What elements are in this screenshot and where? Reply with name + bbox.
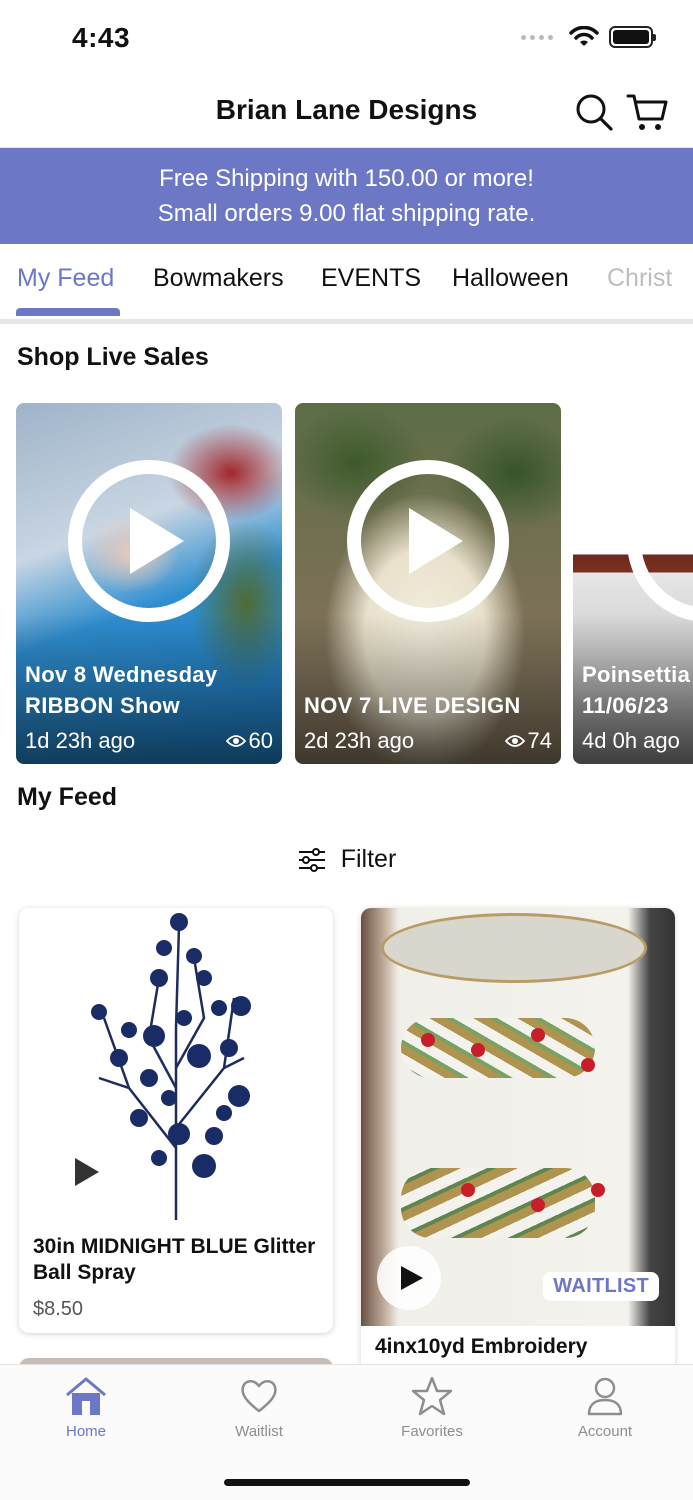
person-icon bbox=[587, 1377, 623, 1416]
promo-line-1: Free Shipping with 150.00 or more! bbox=[159, 165, 534, 192]
app-header: Brian Lane Designs bbox=[0, 80, 693, 148]
view-count: 60 bbox=[225, 728, 273, 754]
nav-account[interactable]: Account bbox=[545, 1375, 665, 1440]
tab-halloween[interactable]: Halloween bbox=[452, 264, 569, 293]
live-time: 4d 0h ago bbox=[582, 728, 680, 753]
view-count-value: 74 bbox=[527, 728, 552, 753]
video-play-icon[interactable] bbox=[377, 1246, 441, 1310]
live-sale-card[interactable]: NOV 7 LIVE DESIGN 2d 23h ago 74 bbox=[295, 403, 561, 764]
view-count: 74 bbox=[504, 728, 552, 754]
nav-account-label: Account bbox=[577, 1423, 633, 1440]
live-sale-card[interactable]: Poinsettia 11/06/23 4d 0h ago bbox=[573, 403, 693, 764]
product-card[interactable]: 30in MIDNIGHT BLUE Glitter Ball Spray $8… bbox=[19, 908, 333, 1333]
cart-icon[interactable] bbox=[625, 90, 669, 134]
waitlist-badge: WAITLIST bbox=[543, 1272, 659, 1301]
tab-events[interactable]: EVENTS bbox=[321, 264, 421, 293]
promo-line-2: Small orders 9.00 flat shipping rate. bbox=[157, 200, 536, 227]
live-title-line-1: Poinsettia bbox=[582, 662, 691, 687]
home-indicator bbox=[224, 1479, 470, 1486]
my-feed-heading: My Feed bbox=[17, 783, 118, 811]
product-price: $8.50 bbox=[33, 1298, 84, 1320]
status-time: 4:43 bbox=[72, 22, 131, 53]
battery-icon bbox=[609, 26, 656, 48]
star-icon bbox=[411, 1376, 453, 1416]
status-icons bbox=[521, 26, 656, 48]
product-name: 4inx10yd Embroidery bbox=[375, 1335, 588, 1358]
filter-button[interactable]: Filter bbox=[0, 845, 693, 874]
sliders-icon bbox=[298, 847, 325, 872]
active-tab-indicator bbox=[16, 308, 120, 316]
product-image bbox=[19, 908, 333, 1226]
glitter-ball-spray-image bbox=[91, 913, 251, 1220]
product-card[interactable]: WAITLIST 4inx10yd Embroidery bbox=[361, 908, 675, 1378]
tab-christmas[interactable]: Christ bbox=[607, 264, 672, 293]
live-title-line-1: Nov 8 Wednesday bbox=[25, 662, 218, 687]
home-icon bbox=[66, 1377, 106, 1415]
eye-icon bbox=[504, 735, 525, 747]
live-title-line-2: RIBBON Show bbox=[25, 693, 180, 718]
status-bar: 4:43 bbox=[0, 0, 693, 80]
product-name: 30in MIDNIGHT BLUE Glitter Ball Spray bbox=[33, 1235, 316, 1284]
nav-waitlist-label: Waitlist bbox=[235, 1423, 283, 1440]
shipping-promo-banner: Free Shipping with 150.00 or more! Small… bbox=[0, 148, 693, 244]
live-title-line-2: 11/06/23 bbox=[582, 693, 669, 718]
live-time: 2d 23h ago bbox=[304, 728, 415, 753]
category-tabs: My Feed Bowmakers EVENTS Halloween Chris… bbox=[0, 244, 693, 324]
live-title-line-1: NOV 7 LIVE DESIGN bbox=[304, 693, 521, 718]
heart-icon bbox=[241, 1380, 277, 1413]
play-icon bbox=[68, 460, 230, 622]
view-count-value: 60 bbox=[248, 728, 273, 753]
wifi-icon bbox=[569, 26, 599, 46]
product-image: WAITLIST bbox=[361, 908, 675, 1326]
eye-icon bbox=[225, 735, 246, 747]
search-icon[interactable] bbox=[574, 92, 614, 132]
nav-favorites-label: Favorites bbox=[401, 1423, 463, 1440]
tab-bowmakers[interactable]: Bowmakers bbox=[153, 264, 284, 293]
live-time: 1d 23h ago bbox=[25, 728, 136, 753]
tab-my-feed[interactable]: My Feed bbox=[17, 264, 114, 293]
nav-home[interactable]: Home bbox=[26, 1375, 146, 1440]
nav-favorites[interactable]: Favorites bbox=[372, 1375, 492, 1440]
live-sales-heading: Shop Live Sales bbox=[17, 343, 209, 371]
play-icon bbox=[347, 460, 509, 622]
video-play-icon[interactable] bbox=[75, 1158, 99, 1186]
filter-label: Filter bbox=[340, 845, 397, 873]
nav-home-label: Home bbox=[65, 1423, 106, 1440]
cellular-signal-icon bbox=[521, 34, 553, 40]
nav-waitlist[interactable]: Waitlist bbox=[199, 1375, 319, 1440]
live-sale-card[interactable]: Nov 8 Wednesday RIBBON Show 1d 23h ago 6… bbox=[16, 403, 282, 764]
